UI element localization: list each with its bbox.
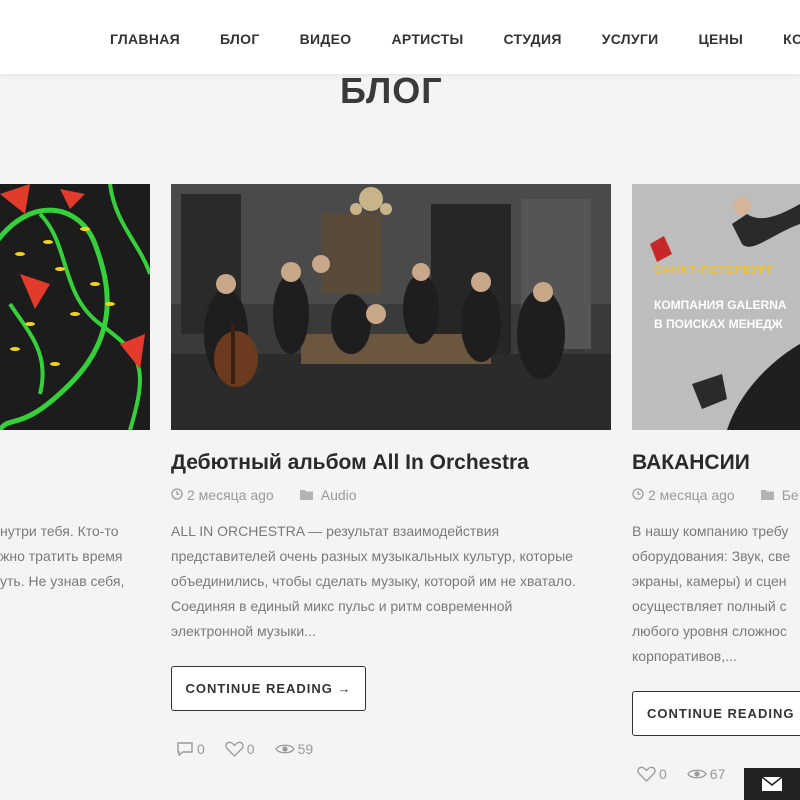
comments-count[interactable]: 0: [176, 741, 205, 757]
post-date: 2 месяца ago: [187, 487, 274, 503]
likes-value: 0: [246, 741, 255, 757]
continue-reading-button[interactable]: CONTINUE READING →: [632, 691, 800, 736]
excerpt-line: ALL IN ORCHESTRA — результат взаимодейст…: [171, 523, 500, 539]
right-post-image[interactable]: САНКТ-ПЕТЕРБУРГ КОМПАНИЯ GALERNA В ПОИСК…: [632, 184, 800, 430]
abstract-artwork-image: [0, 184, 150, 430]
post-excerpt: В нашу компанию требу оборудования: Звук…: [632, 519, 790, 669]
nav-item-home[interactable]: ГЛАВНАЯ: [110, 31, 180, 47]
post-category-link[interactable]: Audio: [321, 487, 357, 503]
clock-icon: [632, 487, 644, 503]
excerpt-line: представителей очень разных музыкальных …: [171, 548, 573, 564]
page-title: БЛОГ: [340, 70, 443, 111]
excerpt-line: уть. Не узнав себя,: [0, 573, 125, 589]
post-meta: 2 месяца ago Бе: [632, 487, 799, 503]
contact-mail-button[interactable]: [744, 768, 800, 800]
excerpt-line: любого уровня сложнос: [632, 623, 787, 639]
post-meta: 2 месяца ago Audio: [171, 487, 357, 503]
nav-item-video[interactable]: ВИДЕО: [300, 31, 352, 47]
post-date: 2 месяца ago: [648, 487, 735, 503]
nav-item-artists[interactable]: АРТИСТЫ: [391, 31, 463, 47]
nav-item-studio[interactable]: СТУДИЯ: [503, 31, 561, 47]
excerpt-line: Соединяя в единый микс пульс и ритм совр…: [171, 598, 513, 614]
envelope-icon: [761, 776, 783, 791]
image-tag: САНКТ-ПЕТЕРБУРГ: [654, 264, 775, 276]
folder-icon: [299, 487, 313, 503]
excerpt-line: жно тратить время: [0, 548, 123, 564]
folder-icon: [760, 487, 774, 503]
views-count: 67: [687, 766, 726, 782]
views-value: 59: [297, 741, 314, 757]
likes-value: 0: [659, 766, 667, 782]
comment-icon: [177, 742, 193, 757]
image-headline-1: КОМПАНИЯ GALERNA: [654, 298, 787, 312]
excerpt-line: нутри тебя. Кто-то: [0, 523, 119, 539]
image-headline-2: В ПОИСКАХ МЕНЕДЖ: [654, 317, 783, 331]
excerpt-line: объединились, чтобы сделать музыку, кото…: [171, 573, 576, 589]
heart-icon: [225, 741, 244, 757]
heart-icon: [637, 766, 656, 782]
post-title[interactable]: ВАКАНСИИ: [632, 451, 750, 475]
nav-item-blog[interactable]: БЛОГ: [220, 31, 260, 47]
nav-item-services[interactable]: УСЛУГИ: [602, 31, 659, 47]
views-value: 67: [709, 766, 726, 782]
eye-icon: [687, 769, 707, 779]
continue-reading-button[interactable]: CONTINUE READING →: [171, 666, 366, 711]
post-excerpt: ALL IN ORCHESTRA — результат взаимодейст…: [171, 519, 576, 644]
excerpt-line: В нашу компанию требу: [632, 523, 789, 539]
comments-value: 0: [197, 741, 205, 757]
post-stats: 0 67: [637, 766, 745, 782]
excerpt-line: электронной музыки...: [171, 623, 316, 639]
nav-item-prices[interactable]: ЦЕНЫ: [699, 31, 744, 47]
excerpt-line: оборудования: Звук, све: [632, 548, 791, 564]
nav-item-contacts[interactable]: КО: [783, 31, 800, 47]
center-post-image[interactable]: [171, 184, 611, 430]
main-nav: ГЛАВНАЯ БЛОГ ВИДЕО АРТИСТЫ СТУДИЯ УСЛУГИ…: [110, 31, 800, 47]
clock-icon: [171, 487, 183, 503]
likes-count[interactable]: 0: [637, 766, 667, 782]
likes-count[interactable]: 0: [225, 741, 255, 757]
band-photo-image: [171, 184, 611, 430]
views-count: 59: [274, 741, 314, 757]
top-navbar: ГЛАВНАЯ БЛОГ ВИДЕО АРТИСТЫ СТУДИЯ УСЛУГИ…: [0, 0, 800, 74]
left-post-image[interactable]: [0, 184, 150, 430]
post-title[interactable]: Дебютный альбом All In Orchestra: [171, 451, 529, 475]
eye-icon: [274, 744, 295, 754]
post-stats: 0 0 59: [176, 741, 333, 757]
excerpt-line: корпоративов,...: [632, 648, 737, 664]
excerpt-line: осуществляет полный с: [632, 598, 787, 614]
left-post-excerpt: нутри тебя. Кто-то жно тратить время уть…: [0, 519, 124, 594]
post-category-link[interactable]: Бе: [782, 487, 799, 503]
excerpt-line: экраны, камеры) и сцен: [632, 573, 787, 589]
